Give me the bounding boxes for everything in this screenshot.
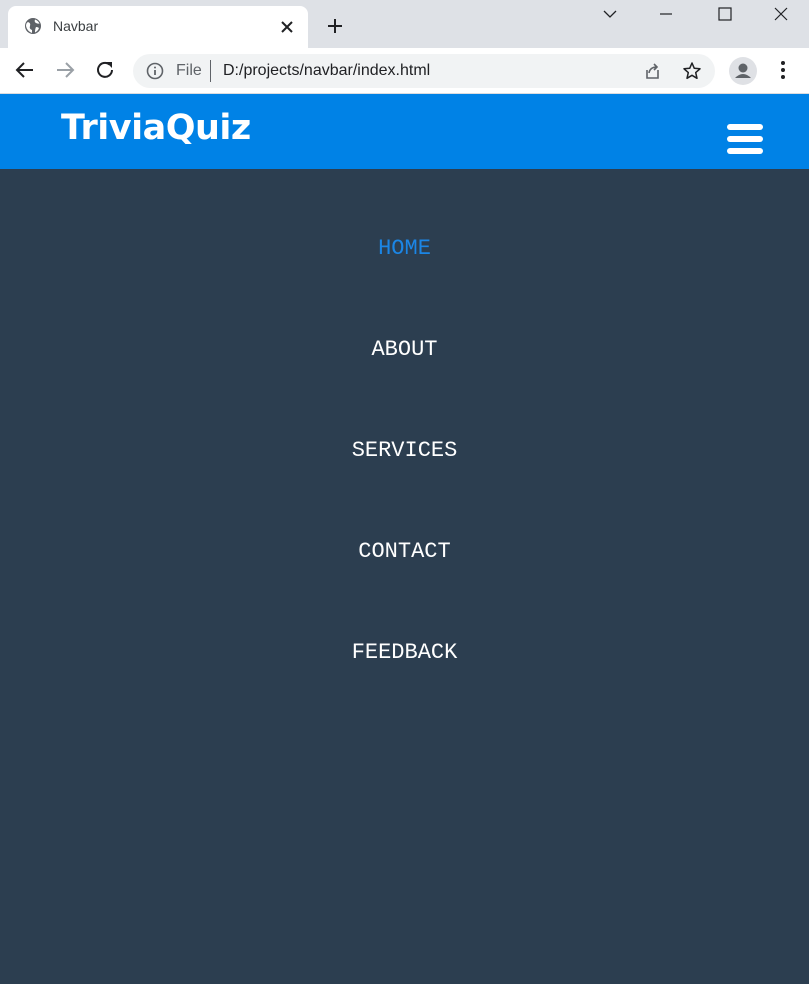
maximize-icon[interactable] <box>715 4 735 24</box>
profile-icon[interactable] <box>729 57 757 85</box>
hamburger-bar <box>727 136 763 142</box>
info-icon[interactable] <box>146 62 164 80</box>
plus-icon[interactable] <box>325 16 345 36</box>
url-text[interactable]: D:/projects/navbar/index.html <box>223 62 430 80</box>
close-icon[interactable] <box>278 18 296 36</box>
back-icon[interactable] <box>14 59 36 81</box>
nav-link-feedback[interactable]: FEEDBACK <box>0 640 809 665</box>
minimize-icon[interactable] <box>656 4 676 24</box>
star-icon[interactable] <box>682 61 702 81</box>
nav-link-about[interactable]: ABOUT <box>0 337 809 362</box>
scheme-label: File <box>176 62 202 79</box>
tab-strip: Navbar <box>0 0 809 48</box>
hamburger-bar <box>727 148 763 154</box>
globe-icon <box>25 18 41 34</box>
reload-icon[interactable] <box>94 59 116 81</box>
nav-link-services[interactable]: SERVICES <box>0 438 809 463</box>
address-bar[interactable]: File D:/projects/navbar/index.html <box>133 54 715 88</box>
nav-link-home[interactable]: HOME <box>0 236 809 261</box>
browser-tab[interactable]: Navbar <box>8 6 308 48</box>
browser-toolbar: File D:/projects/navbar/index.html <box>0 48 809 94</box>
chevron-down-icon[interactable] <box>600 4 620 24</box>
hamburger-icon[interactable] <box>727 124 763 154</box>
nav-link-contact[interactable]: CONTACT <box>0 539 809 564</box>
nav-menu: HOME ABOUT SERVICES CONTACT FEEDBACK <box>0 169 809 984</box>
tab-title: Navbar <box>53 18 99 34</box>
scheme-separator <box>210 60 211 82</box>
hamburger-bar <box>727 124 763 130</box>
share-icon[interactable] <box>642 61 662 81</box>
forward-icon[interactable] <box>54 59 76 81</box>
close-window-icon[interactable] <box>771 4 791 24</box>
site-logo[interactable]: TriviaQuiz <box>61 108 251 148</box>
site-header: TriviaQuiz <box>0 94 809 169</box>
kebab-menu-icon[interactable] <box>775 59 791 81</box>
